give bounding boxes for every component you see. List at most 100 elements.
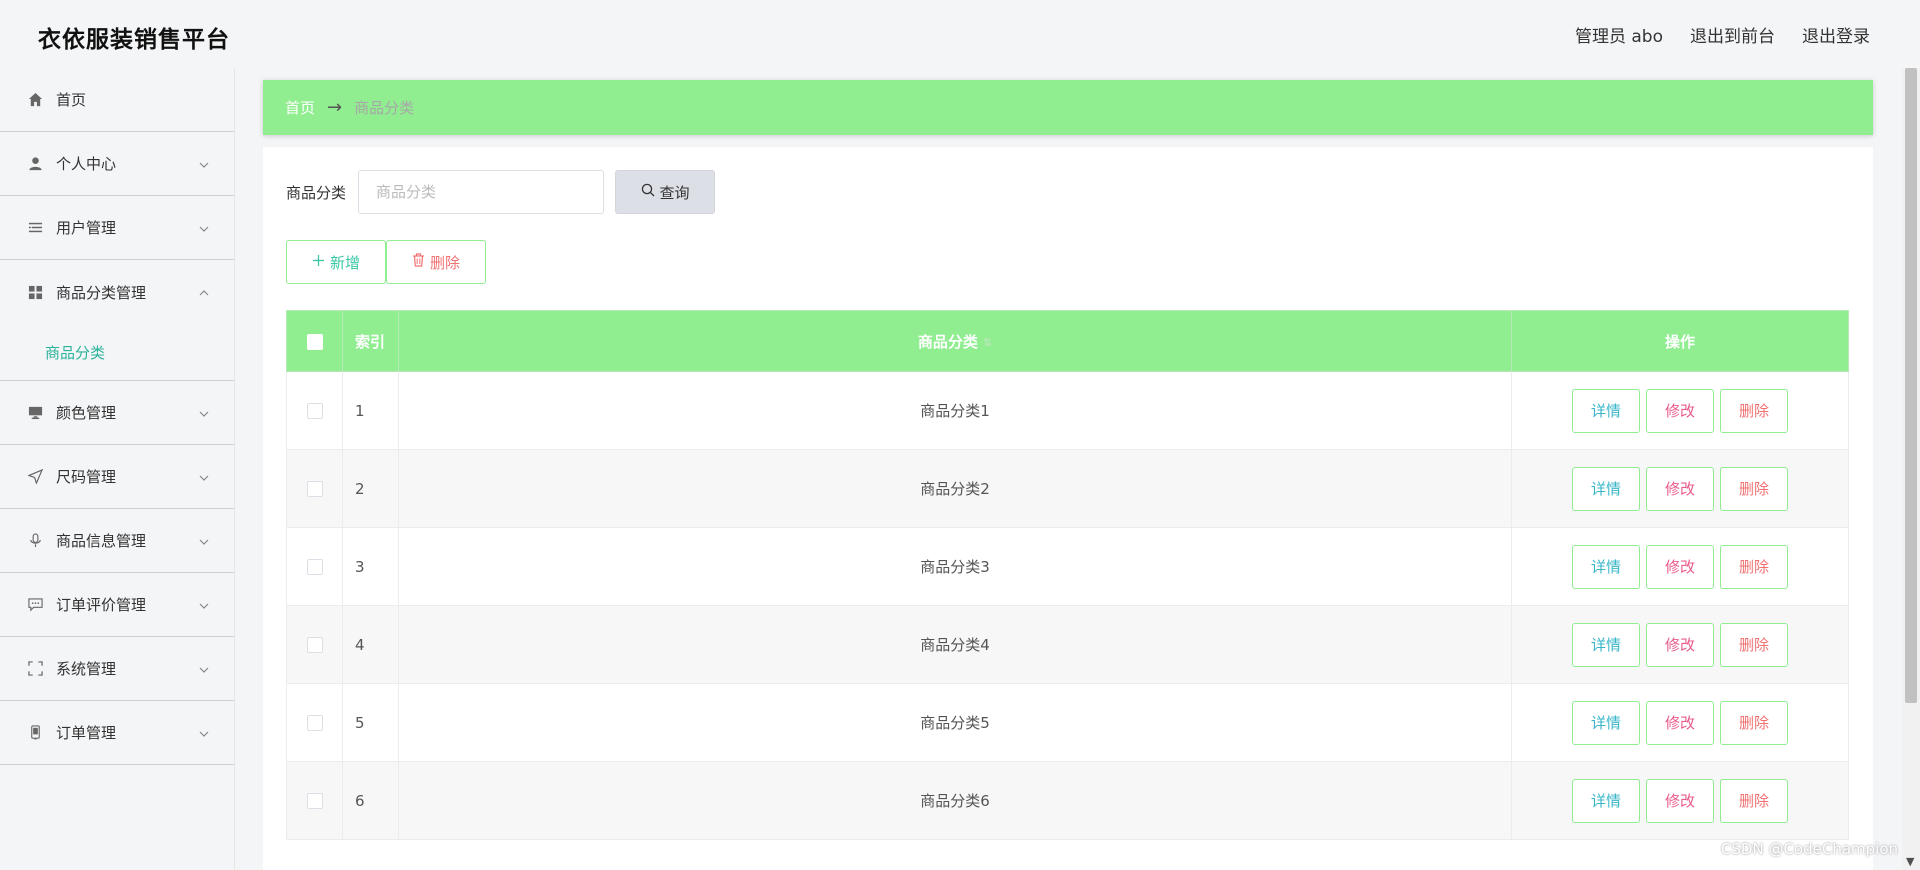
edit-button[interactable]: 修改	[1646, 544, 1714, 589]
chevron-down-icon	[198, 725, 210, 737]
page-scrollbar[interactable]: ▼	[1902, 68, 1920, 870]
sidebar-item-personal-center[interactable]: 个人中心	[0, 132, 234, 196]
row-checkbox[interactable]	[306, 559, 323, 575]
edit-button[interactable]: 修改	[1646, 622, 1714, 667]
row-actions: 详情 修改 删除	[1511, 683, 1849, 762]
row-actions: 详情 修改 删除	[1511, 761, 1849, 840]
logout-link[interactable]: 退出登录	[1802, 22, 1870, 47]
row-checkbox[interactable]	[306, 715, 323, 731]
table-row: 2 商品分类2 详情 修改 删除	[286, 449, 1849, 528]
select-all-checkbox[interactable]	[306, 333, 323, 350]
edit-button[interactable]: 修改	[1646, 778, 1714, 823]
breadcrumb: 首页 → 商品分类	[263, 80, 1873, 135]
column-header-ops: 操作	[1511, 310, 1849, 372]
row-index: 2	[342, 449, 399, 528]
sidebar-item-label: 系统管理	[56, 660, 117, 678]
microphone-icon	[27, 532, 44, 549]
sidebar-group-category: 商品分类管理 商品分类	[0, 260, 234, 381]
breadcrumb-current: 商品分类	[354, 99, 415, 117]
batch-delete-button-label: 删除	[429, 253, 460, 272]
sidebar-item-category-management[interactable]: 商品分类管理	[0, 260, 234, 324]
header-links: 管理员 abo 退出到前台 退出登录	[1575, 22, 1870, 47]
row-index: 1	[342, 371, 399, 450]
monitor-icon	[27, 404, 44, 421]
breadcrumb-home[interactable]: 首页	[285, 97, 315, 118]
sidebar-item-color-management[interactable]: 颜色管理	[0, 381, 234, 445]
delete-button[interactable]: 删除	[1720, 544, 1788, 589]
table-row: 6 商品分类6 详情 修改 删除	[286, 761, 1849, 840]
search-button[interactable]: 查询	[615, 170, 716, 214]
delete-button[interactable]: 删除	[1720, 700, 1788, 745]
sidebar-item-system-management[interactable]: 系统管理	[0, 637, 234, 701]
row-category-name: 商品分类4	[398, 605, 1512, 684]
edit-button[interactable]: 修改	[1646, 466, 1714, 511]
table-row: 4 商品分类4 详情 修改 删除	[286, 605, 1849, 684]
sidebar-item-product-info-management[interactable]: 商品信息管理	[0, 509, 234, 573]
search-icon	[641, 183, 655, 201]
delete-button[interactable]: 删除	[1720, 466, 1788, 511]
sidebar-item-label: 首页	[56, 91, 87, 109]
chevron-down-icon	[198, 156, 210, 168]
top-header: 衣依服装销售平台 管理员 abo 退出到前台 退出登录	[0, 0, 1920, 68]
detail-button[interactable]: 详情	[1572, 466, 1640, 511]
row-checkbox-cell	[286, 683, 343, 762]
sidebar-item-label: 订单评价管理	[56, 596, 147, 614]
delete-button[interactable]: 删除	[1720, 778, 1788, 823]
main-content: 商品分类 查询 新增 删除 索引	[263, 147, 1873, 870]
sidebar-item-home[interactable]: 首页	[0, 68, 234, 132]
row-checkbox-cell	[286, 605, 343, 684]
delete-button[interactable]: 删除	[1720, 622, 1788, 667]
row-checkbox[interactable]	[306, 637, 323, 653]
sidebar-item-label: 商品分类管理	[56, 283, 147, 302]
table-row: 3 商品分类3 详情 修改 删除	[286, 527, 1849, 606]
row-checkbox-cell	[286, 527, 343, 606]
row-actions: 详情 修改 删除	[1511, 371, 1849, 450]
grid-icon	[27, 284, 44, 301]
edit-button[interactable]: 修改	[1646, 388, 1714, 433]
row-checkbox[interactable]	[306, 481, 323, 497]
select-all-cell	[286, 310, 343, 372]
add-button-label: 新增	[329, 253, 360, 272]
sort-icon[interactable]: ⇅	[983, 336, 992, 349]
row-checkbox[interactable]	[306, 793, 323, 809]
chevron-down-icon	[198, 661, 210, 673]
row-category-name: 商品分类1	[398, 371, 1512, 450]
sidebar-subitem-category[interactable]: 商品分类	[0, 324, 234, 380]
table-header-row: 索引 商品分类 ⇅ 操作	[286, 310, 1849, 372]
user-icon	[27, 155, 44, 172]
add-button[interactable]: 新增	[286, 240, 386, 284]
detail-button[interactable]: 详情	[1572, 700, 1640, 745]
scroll-down-arrow-icon[interactable]: ▼	[1906, 855, 1914, 868]
back-to-front-link[interactable]: 退出到前台	[1690, 22, 1775, 47]
delete-button[interactable]: 删除	[1720, 388, 1788, 433]
detail-button[interactable]: 详情	[1572, 778, 1640, 823]
category-table: 索引 商品分类 ⇅ 操作 1 商品分类1 详情 修改 删除 2 商品分类2 详情 修改 删除 3 商品分…	[286, 310, 1849, 840]
column-header-name[interactable]: 商品分类 ⇅	[398, 310, 1512, 372]
sidebar-item-size-management[interactable]: 尺码管理	[0, 445, 234, 509]
detail-button[interactable]: 详情	[1572, 622, 1640, 667]
column-header-index: 索引	[342, 310, 399, 372]
row-index: 6	[342, 761, 399, 840]
detail-button[interactable]: 详情	[1572, 544, 1640, 589]
list-icon	[27, 219, 44, 236]
search-bar: 商品分类 查询	[286, 170, 716, 214]
chevron-down-icon	[198, 220, 210, 232]
search-input[interactable]	[358, 170, 605, 214]
sidebar-item-label: 尺码管理	[56, 468, 117, 486]
row-index: 3	[342, 527, 399, 606]
watermark: CSDN @CodeChampion	[1720, 840, 1898, 858]
scrollbar-thumb[interactable]	[1905, 68, 1917, 703]
sidebar-item-label: 颜色管理	[56, 404, 117, 422]
sidebar-item-label: 商品信息管理	[56, 532, 147, 550]
row-actions: 详情 修改 删除	[1511, 605, 1849, 684]
sidebar-item-order-management[interactable]: 订单管理	[0, 701, 234, 765]
sidebar-item-label: 个人中心	[56, 155, 117, 173]
sidebar-item-order-review-management[interactable]: 订单评价管理	[0, 573, 234, 637]
sidebar: 首页 个人中心 用户管理 商品分类管理 商品分类 颜色管理 尺码管理 商品信息管…	[0, 68, 235, 870]
sidebar-item-user-management[interactable]: 用户管理	[0, 196, 234, 260]
row-checkbox[interactable]	[306, 403, 323, 419]
trash-icon	[412, 253, 425, 271]
batch-delete-button[interactable]: 删除	[386, 240, 486, 284]
edit-button[interactable]: 修改	[1646, 700, 1714, 745]
detail-button[interactable]: 详情	[1572, 388, 1640, 433]
